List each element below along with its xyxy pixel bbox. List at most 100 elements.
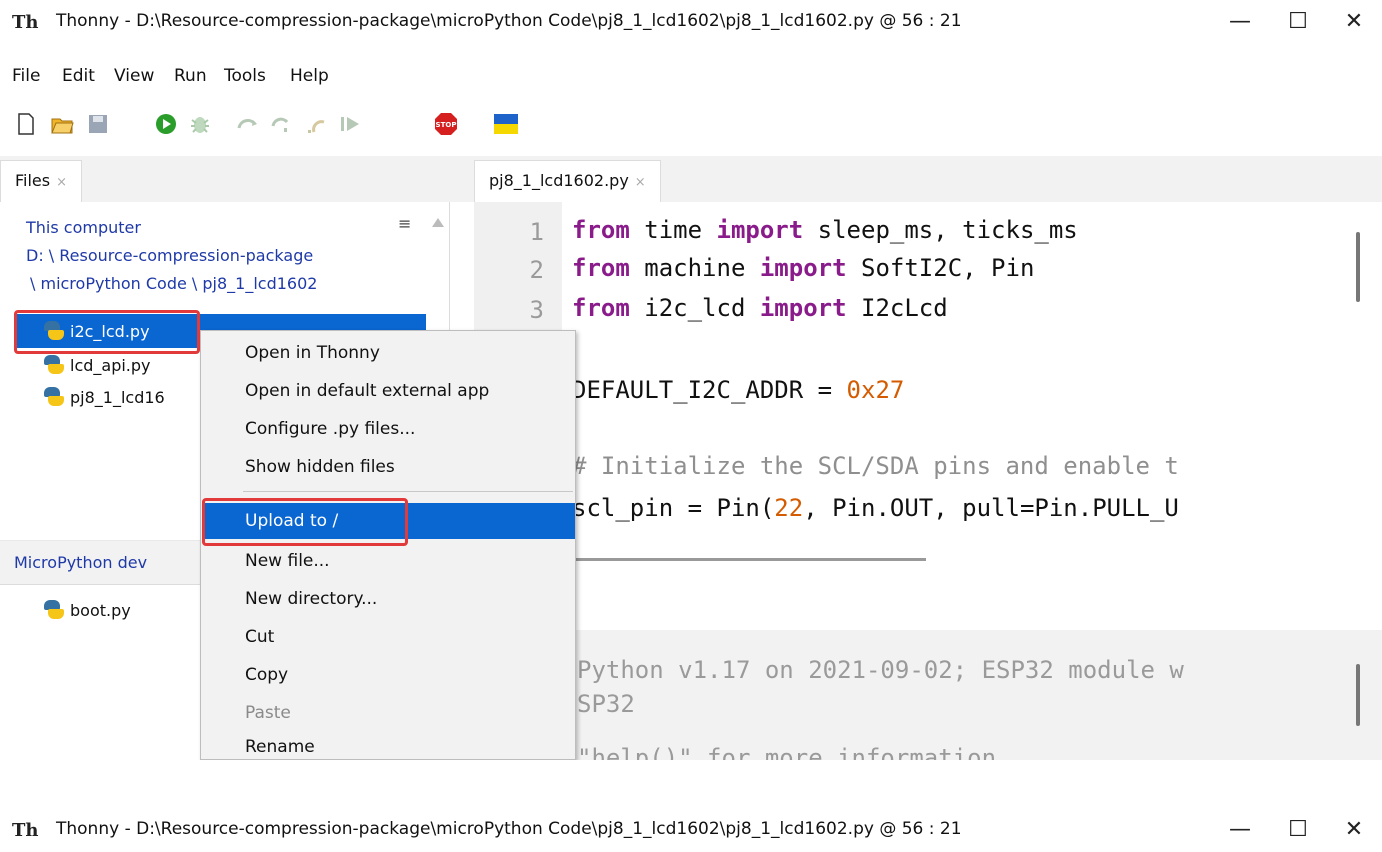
scroll-up-icon[interactable] <box>432 218 444 227</box>
number-literal: 22 <box>774 494 804 522</box>
step-over-icon[interactable] <box>236 112 260 136</box>
file-item-label: lcd_api.py <box>70 355 151 375</box>
file-item-lcd-api[interactable]: lcd_api.py <box>42 350 151 380</box>
shell-scrollbar[interactable] <box>1356 664 1360 726</box>
save-icon[interactable] <box>86 112 110 136</box>
keyword: from <box>572 294 630 322</box>
code-text: machine <box>629 254 760 282</box>
menu-separator <box>243 491 573 492</box>
tab-files-label: Files <box>15 171 51 190</box>
code-text: time <box>629 216 717 244</box>
menu-edit[interactable]: Edit <box>62 66 95 86</box>
run-icon[interactable] <box>154 112 178 136</box>
title-bar-second: Th Thonny - D:\Resource-compression-pack… <box>0 808 1382 852</box>
menu-bar: File Edit View Run Tools Help <box>0 60 1382 90</box>
code-line: from machine import SoftI2C, Pin <box>572 254 1034 282</box>
resume-icon[interactable] <box>338 112 362 136</box>
debug-icon[interactable] <box>188 112 212 136</box>
file-item-label: pj8_1_lcd16 <box>70 387 165 407</box>
code-text: i2c_lcd <box>629 294 760 322</box>
minimize-button[interactable]: — <box>1220 6 1260 38</box>
number-literal: 0x27 <box>846 376 905 404</box>
code-line: scl_pin = Pin(22, Pin.OUT, pull=Pin.PULL… <box>572 494 1179 522</box>
code-text: DEFAULT_I2C_ADDR = <box>572 376 847 404</box>
python-file-icon <box>42 386 64 408</box>
menu-item-paste: Paste <box>245 703 291 723</box>
python-file-icon <box>42 354 64 376</box>
path-line-1[interactable]: D: \ Resource-compression-package <box>26 246 313 265</box>
title-bar: Th Thonny - D:\Resource-compression-pack… <box>0 0 1382 44</box>
menu-help[interactable]: Help <box>290 66 329 86</box>
code-line: from i2c_lcd import I2cLcd <box>572 294 948 322</box>
menu-item-show-hidden[interactable]: Show hidden files <box>245 457 395 477</box>
open-file-icon[interactable] <box>50 112 74 136</box>
code-text: SoftI2C, Pin <box>846 254 1035 282</box>
keyword: import <box>759 294 847 322</box>
keyword: import <box>759 254 847 282</box>
file-item-pj8[interactable]: pj8_1_lcd16 <box>42 382 165 412</box>
device-file-boot[interactable]: boot.py <box>42 595 131 625</box>
keyword: import <box>716 216 804 244</box>
line-number: 1 <box>529 218 544 246</box>
new-file-icon[interactable] <box>14 112 38 136</box>
tab-strip: Files × pj8_1_lcd1602.py × <box>0 156 1382 202</box>
minimize-button[interactable]: — <box>1220 814 1260 846</box>
ukraine-flag-icon <box>494 114 518 134</box>
window-title: Thonny - D:\Resource-compression-package… <box>56 819 962 839</box>
step-into-icon[interactable] <box>270 112 294 136</box>
code-line: DEFAULT_I2C_ADDR = 0x27 <box>572 376 904 404</box>
screenshot-gap <box>0 760 1382 808</box>
menu-item-open-in-thonny[interactable]: Open in Thonny <box>245 343 380 363</box>
code-line: from time import sleep_ms, ticks_ms <box>572 216 1078 244</box>
code-text: , Pin.OUT, pull=Pin.PULL_U <box>803 494 1179 522</box>
menu-item-rename[interactable]: Rename <box>245 737 315 757</box>
close-button[interactable]: ✕ <box>1334 6 1374 38</box>
shell-line: SP32 <box>577 690 635 718</box>
code-text: sleep_ms, ticks_ms <box>803 216 1078 244</box>
python-file-icon <box>42 599 64 621</box>
path-line-2[interactable]: \ microPython Code \ pj8_1_lcd1602 <box>30 274 317 293</box>
maximize-button[interactable]: ☐ <box>1278 814 1318 846</box>
tab-editor[interactable]: pj8_1_lcd1602.py × <box>474 160 661 202</box>
stop-icon-label: STOP <box>436 121 457 129</box>
location-heading[interactable]: This computer <box>26 218 141 237</box>
toolbar: STOP <box>0 104 1382 144</box>
device-tab-label: MicroPython dev <box>14 553 148 572</box>
file-item-label: boot.py <box>70 600 131 620</box>
maximize-button[interactable]: ☐ <box>1278 6 1318 38</box>
highlight-box <box>14 310 200 354</box>
menu-file[interactable]: File <box>12 66 40 86</box>
shell-line: Python v1.17 on 2021-09-02; ESP32 module… <box>577 656 1184 684</box>
tab-files[interactable]: Files × <box>0 160 83 202</box>
highlight-box <box>202 498 408 546</box>
menu-item-new-file[interactable]: New file... <box>245 551 330 571</box>
menu-item-open-external[interactable]: Open in default external app <box>245 381 489 401</box>
close-icon[interactable]: × <box>635 175 646 190</box>
close-icon[interactable]: × <box>56 175 67 190</box>
menu-tools[interactable]: Tools <box>224 66 266 86</box>
keyword: from <box>572 216 630 244</box>
line-number: 2 <box>529 256 544 284</box>
menu-run[interactable]: Run <box>174 66 207 86</box>
editor-scrollbar[interactable] <box>1356 232 1360 302</box>
shell-line: "help()" for more information. <box>577 744 1011 760</box>
step-out-icon[interactable] <box>306 112 330 136</box>
thonny-logo-icon: Th <box>12 12 39 33</box>
code-text: I2cLcd <box>846 294 948 322</box>
thonny-logo-icon: Th <box>12 820 39 841</box>
menu-item-copy[interactable]: Copy <box>245 665 288 685</box>
code-comment: # Initialize the SCL/SDA pins and enable… <box>572 452 1179 480</box>
horizontal-scrollbar[interactable] <box>576 558 926 561</box>
line-number: 3 <box>529 296 544 324</box>
close-button[interactable]: ✕ <box>1334 814 1374 846</box>
panel-menu-icon[interactable]: ≡ <box>398 214 411 233</box>
keyword: from <box>572 254 630 282</box>
menu-item-new-directory[interactable]: New directory... <box>245 589 377 609</box>
tab-editor-label: pj8_1_lcd1602.py <box>489 171 629 190</box>
menu-item-cut[interactable]: Cut <box>245 627 274 647</box>
stop-icon[interactable]: STOP <box>434 112 458 136</box>
code-text: scl_pin = Pin( <box>572 494 775 522</box>
menu-item-configure[interactable]: Configure .py files... <box>245 419 415 439</box>
window-title: Thonny - D:\Resource-compression-package… <box>56 11 962 31</box>
menu-view[interactable]: View <box>114 66 154 86</box>
